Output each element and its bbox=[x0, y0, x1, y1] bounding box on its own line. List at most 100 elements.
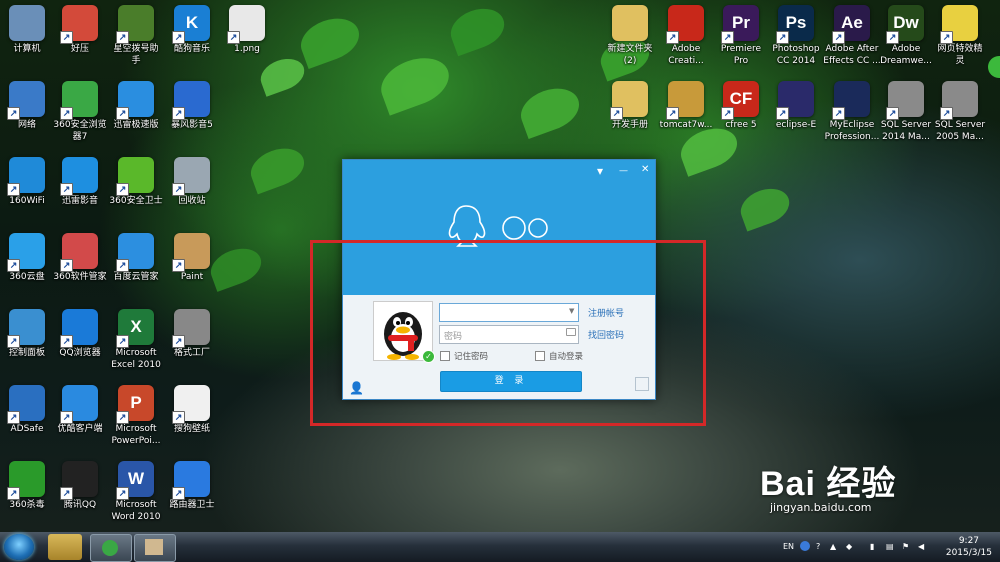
clock-time: 9:27 bbox=[958, 536, 980, 546]
desktop-icon[interactable]: 百度云管家 bbox=[106, 233, 166, 283]
desktop-icon[interactable]: 星空拨号助 手 bbox=[106, 5, 166, 67]
desktop-icon[interactable]: SQL Server 2014 Ma... bbox=[876, 81, 936, 143]
app-icon: Dw bbox=[886, 5, 924, 44]
desktop-icon[interactable]: 新建文件夹 (2) bbox=[600, 5, 660, 67]
close-button[interactable]: ✕ bbox=[641, 164, 649, 175]
taskbar-qq-window-icon[interactable] bbox=[134, 534, 176, 562]
foliage bbox=[245, 141, 310, 195]
desktop-icon-label: 优酷客户端 bbox=[57, 424, 103, 434]
foliage bbox=[374, 49, 456, 116]
desktop-icon[interactable]: 迅雷极速版 bbox=[106, 81, 166, 131]
desktop-icon[interactable]: 360云盘 bbox=[0, 233, 57, 283]
taskbar-360-browser-icon[interactable] bbox=[90, 534, 132, 562]
input-method-icon[interactable] bbox=[800, 541, 810, 551]
desktop-icon[interactable]: AeAdobe After Effects CC ... bbox=[822, 5, 882, 67]
desktop-icon-label: SQL Server 2005 Ma... bbox=[934, 120, 986, 142]
app-icon bbox=[776, 81, 814, 120]
desktop-icon-label: 360杀毒 bbox=[9, 500, 45, 510]
taskbar-explorer-icon[interactable] bbox=[48, 534, 82, 560]
app-icon: Pr bbox=[721, 5, 759, 44]
desktop-icon-label: QQ浏览器 bbox=[59, 348, 101, 358]
app-icon: Ae bbox=[832, 5, 870, 44]
desktop-icon[interactable]: ADSafe bbox=[0, 385, 57, 435]
phone-icon[interactable]: ▮ bbox=[870, 542, 874, 551]
desktop-icon[interactable]: 腾讯QQ bbox=[50, 461, 110, 511]
desktop-icon[interactable]: 回收站 bbox=[162, 157, 222, 207]
desktop-icon[interactable]: 计算机 bbox=[0, 5, 57, 55]
desktop-icon[interactable]: 360安全浏览 器7 bbox=[50, 81, 110, 143]
minimize-button[interactable]: — bbox=[619, 166, 628, 176]
help-icon[interactable]: ? bbox=[816, 542, 820, 551]
desktop-icon[interactable]: 160WiFi bbox=[0, 157, 57, 207]
tray-app-icon[interactable]: ◆ bbox=[846, 542, 852, 551]
desktop-icon[interactable]: 好压 bbox=[50, 5, 110, 55]
app-icon: Ps bbox=[776, 5, 814, 44]
foliage bbox=[256, 53, 309, 97]
desktop-icon-label: Adobe After Effects CC ... bbox=[823, 44, 881, 66]
app-icon: P bbox=[116, 385, 154, 424]
desktop-icon[interactable]: PMicrosoft PowerPoi... bbox=[106, 385, 166, 447]
desktop-icon[interactable]: 360杀毒 bbox=[0, 461, 57, 511]
app-icon bbox=[940, 81, 978, 120]
desktop-icon[interactable]: PrPremiere Pro bbox=[711, 5, 771, 67]
desktop-icon[interactable]: 格式工厂 bbox=[162, 309, 222, 359]
desktop-icon[interactable]: 360安全卫士 bbox=[106, 157, 166, 207]
desktop-icon[interactable]: 路由器卫士 bbox=[162, 461, 222, 511]
highlight-annotation-box bbox=[310, 240, 706, 426]
desktop-icon[interactable]: K酷狗音乐 bbox=[162, 5, 222, 55]
app-icon bbox=[60, 309, 98, 348]
desktop-icon[interactable]: CFcfree 5 bbox=[711, 81, 771, 131]
desktop-icon[interactable]: 暴风影音5 bbox=[162, 81, 222, 131]
app-icon bbox=[172, 385, 210, 424]
desktop-icon-label: 1.png bbox=[234, 44, 260, 54]
desktop-icon[interactable]: MyEclipse Profession... bbox=[822, 81, 882, 143]
app-icon bbox=[227, 5, 265, 44]
floating-badge-icon[interactable] bbox=[988, 56, 1000, 78]
desktop-icon[interactable]: eclipse-E bbox=[766, 81, 826, 131]
app-icon bbox=[60, 461, 98, 500]
app-icon bbox=[60, 385, 98, 424]
desktop-icon[interactable]: 搜狗壁纸 bbox=[162, 385, 222, 435]
desktop-icon[interactable]: 控制面板 bbox=[0, 309, 57, 359]
action-center-icon[interactable]: ⚑ bbox=[902, 542, 909, 551]
desktop-icon[interactable]: Paint bbox=[162, 233, 222, 283]
desktop-icon-label: 开发手册 bbox=[611, 120, 648, 130]
desktop-icon[interactable]: 迅雷影音 bbox=[50, 157, 110, 207]
desktop-icon-label: cfree 5 bbox=[725, 120, 757, 130]
taskbar: EN ? ▲ ◆ ▮ ▤ ⚑ ◀ 9:27 2015/3/15 bbox=[0, 532, 1000, 562]
desktop-icon-label: 星空拨号助 手 bbox=[113, 44, 159, 66]
menu-arrow-icon[interactable]: ▾ bbox=[597, 164, 603, 178]
app-icon bbox=[940, 5, 978, 44]
desktop-icon[interactable]: 网络 bbox=[0, 81, 57, 131]
desktop-icon[interactable]: 360软件管家 bbox=[50, 233, 110, 283]
desktop-icon[interactable]: 优酷客户端 bbox=[50, 385, 110, 435]
network-icon[interactable]: ▤ bbox=[886, 542, 894, 551]
desktop-icon[interactable]: 1.png bbox=[217, 5, 277, 55]
language-indicator[interactable]: EN bbox=[783, 542, 794, 551]
desktop-icon-label: 路由器卫士 bbox=[169, 500, 215, 510]
tray-arrow-icon[interactable]: ▲ bbox=[830, 542, 836, 551]
clock[interactable]: 9:27 2015/3/15 bbox=[946, 535, 992, 559]
desktop-icon-label: 计算机 bbox=[13, 44, 41, 54]
desktop-icon[interactable]: 开发手册 bbox=[600, 81, 660, 131]
desktop-icon-label: 360安全浏览 器7 bbox=[53, 120, 107, 142]
desktop-icon-label: 网络 bbox=[17, 120, 36, 130]
app-icon bbox=[9, 5, 45, 41]
desktop-icon[interactable]: WMicrosoft Word 2010 bbox=[106, 461, 166, 523]
desktop-icon[interactable]: 网页特效精 灵 bbox=[930, 5, 990, 67]
desktop-icon-label: tomcat7w... bbox=[659, 120, 713, 130]
desktop-icon[interactable]: DwAdobe Dreamwe... bbox=[876, 5, 936, 67]
app-icon bbox=[116, 233, 154, 272]
desktop-icon[interactable]: QQ浏览器 bbox=[50, 309, 110, 359]
app-icon bbox=[172, 233, 210, 272]
desktop-icon-label: 好压 bbox=[70, 44, 89, 54]
desktop-icon[interactable]: XMicrosoft Excel 2010 bbox=[106, 309, 166, 371]
app-icon bbox=[7, 309, 45, 348]
desktop-icon[interactable]: tomcat7w... bbox=[656, 81, 716, 131]
desktop-icon[interactable]: PsPhotoshop CC 2014 bbox=[766, 5, 826, 67]
desktop-icon[interactable]: SQL Server 2005 Ma... bbox=[930, 81, 990, 143]
volume-icon[interactable]: ◀ bbox=[918, 542, 924, 551]
start-button[interactable] bbox=[4, 534, 34, 560]
desktop-icon[interactable]: Adobe Creati... bbox=[656, 5, 716, 67]
app-icon bbox=[116, 81, 154, 120]
